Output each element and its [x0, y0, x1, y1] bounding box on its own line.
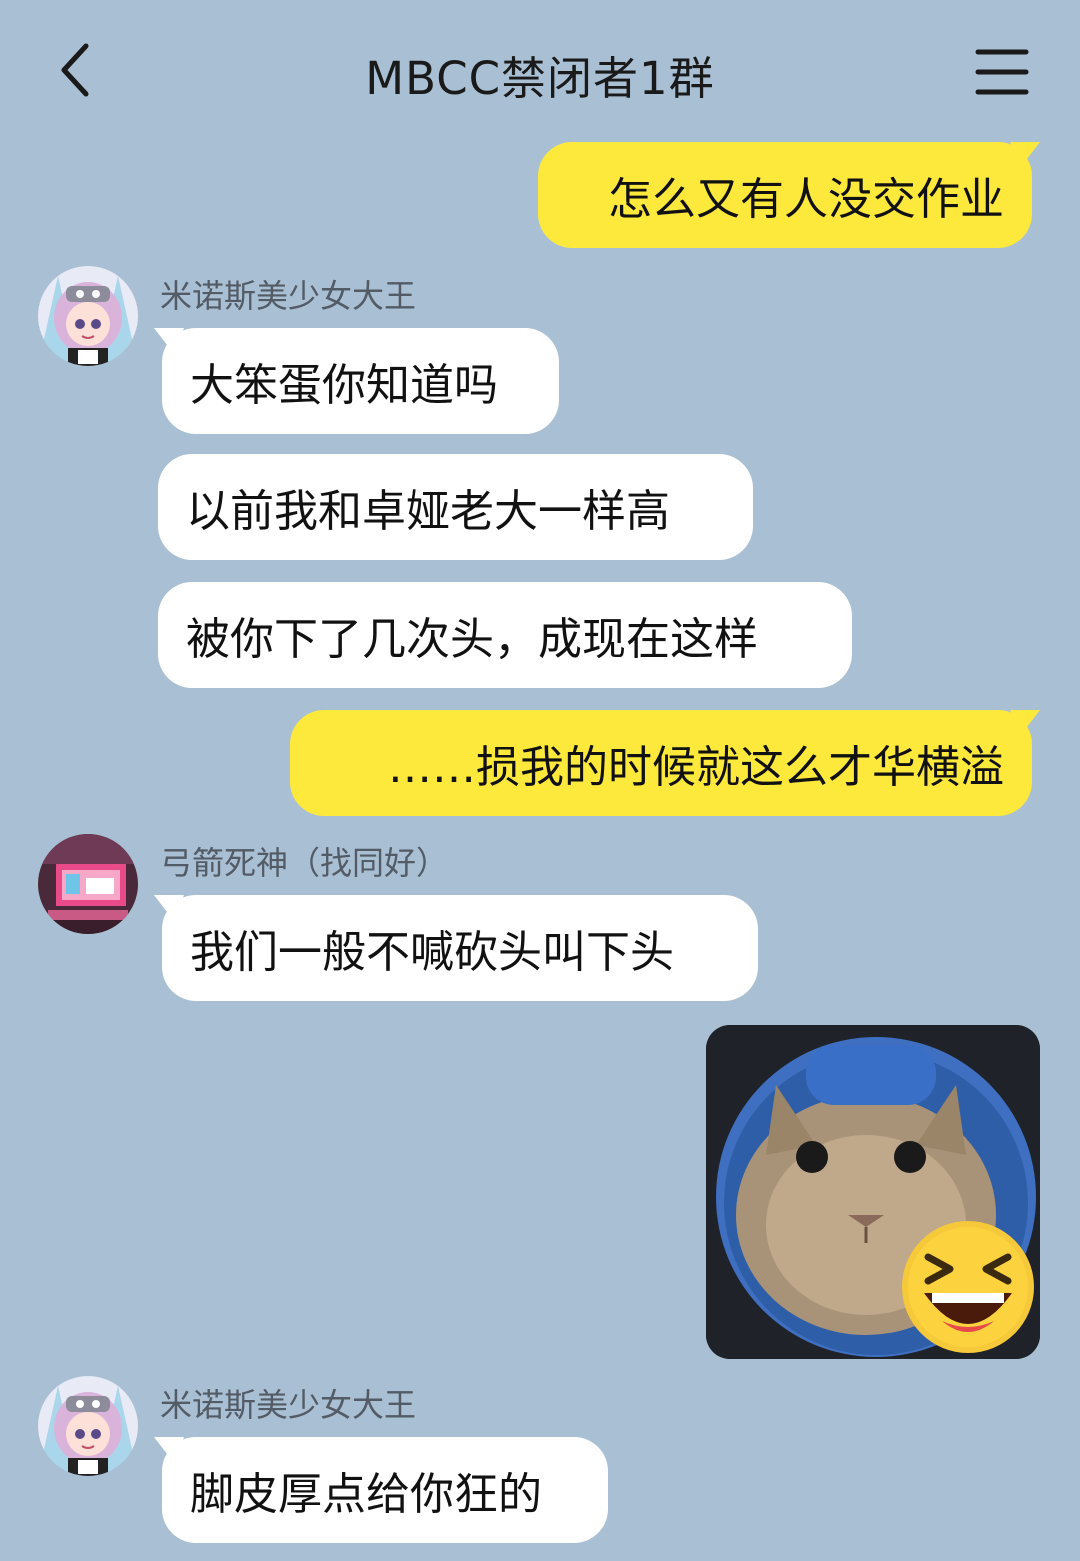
chat-title: MBCC禁闭者1群: [365, 52, 715, 105]
avatar[interactable]: [38, 834, 138, 934]
cat-laughing-emoji-sticker-icon: [706, 1025, 1040, 1359]
message-text: ……损我的时候就这么才华横溢: [388, 742, 1004, 793]
message-text: 被你下了几次头，成现在这样: [186, 614, 758, 665]
anime-girl-avatar-icon: [38, 1376, 138, 1476]
sender-name: 米诺斯美少女大王: [160, 277, 417, 315]
sender-name: 弓箭死神（找同好）: [160, 844, 449, 882]
sender-name: 米诺斯美少女大王: [160, 1386, 417, 1424]
outgoing-message-bubble[interactable]: 怎么又有人没交作业: [538, 142, 1040, 248]
sticker-image[interactable]: [706, 1025, 1040, 1359]
incoming-message-bubble[interactable]: 以前我和卓娅老大一样高: [158, 454, 753, 560]
message-text: 怎么又有人没交作业: [608, 174, 1004, 225]
incoming-message-bubble[interactable]: 大笨蛋你知道吗: [154, 328, 559, 434]
message-text: 大笨蛋你知道吗: [190, 360, 498, 411]
message-text: 我们一般不喊砍头叫下头: [190, 927, 674, 978]
hamburger-menu-icon: [975, 49, 1029, 95]
chat-header: MBCC禁闭者1群: [0, 0, 1080, 140]
incoming-message-bubble[interactable]: 被你下了几次头，成现在这样: [158, 582, 852, 688]
avatar[interactable]: [38, 1376, 138, 1476]
pink-shop-avatar-icon: [38, 834, 138, 934]
incoming-message-bubble[interactable]: 我们一般不喊砍头叫下头: [154, 895, 758, 1001]
menu-button[interactable]: [970, 44, 1034, 100]
outgoing-message-bubble[interactable]: ……损我的时候就这么才华横溢: [290, 710, 1040, 816]
message-text: 脚皮厚点给你狂的: [190, 1469, 542, 1520]
anime-girl-avatar-icon: [38, 266, 138, 366]
message-text: 以前我和卓娅老大一样高: [186, 486, 670, 537]
incoming-message-bubble[interactable]: 脚皮厚点给你狂的: [154, 1437, 608, 1543]
avatar[interactable]: [38, 266, 138, 366]
